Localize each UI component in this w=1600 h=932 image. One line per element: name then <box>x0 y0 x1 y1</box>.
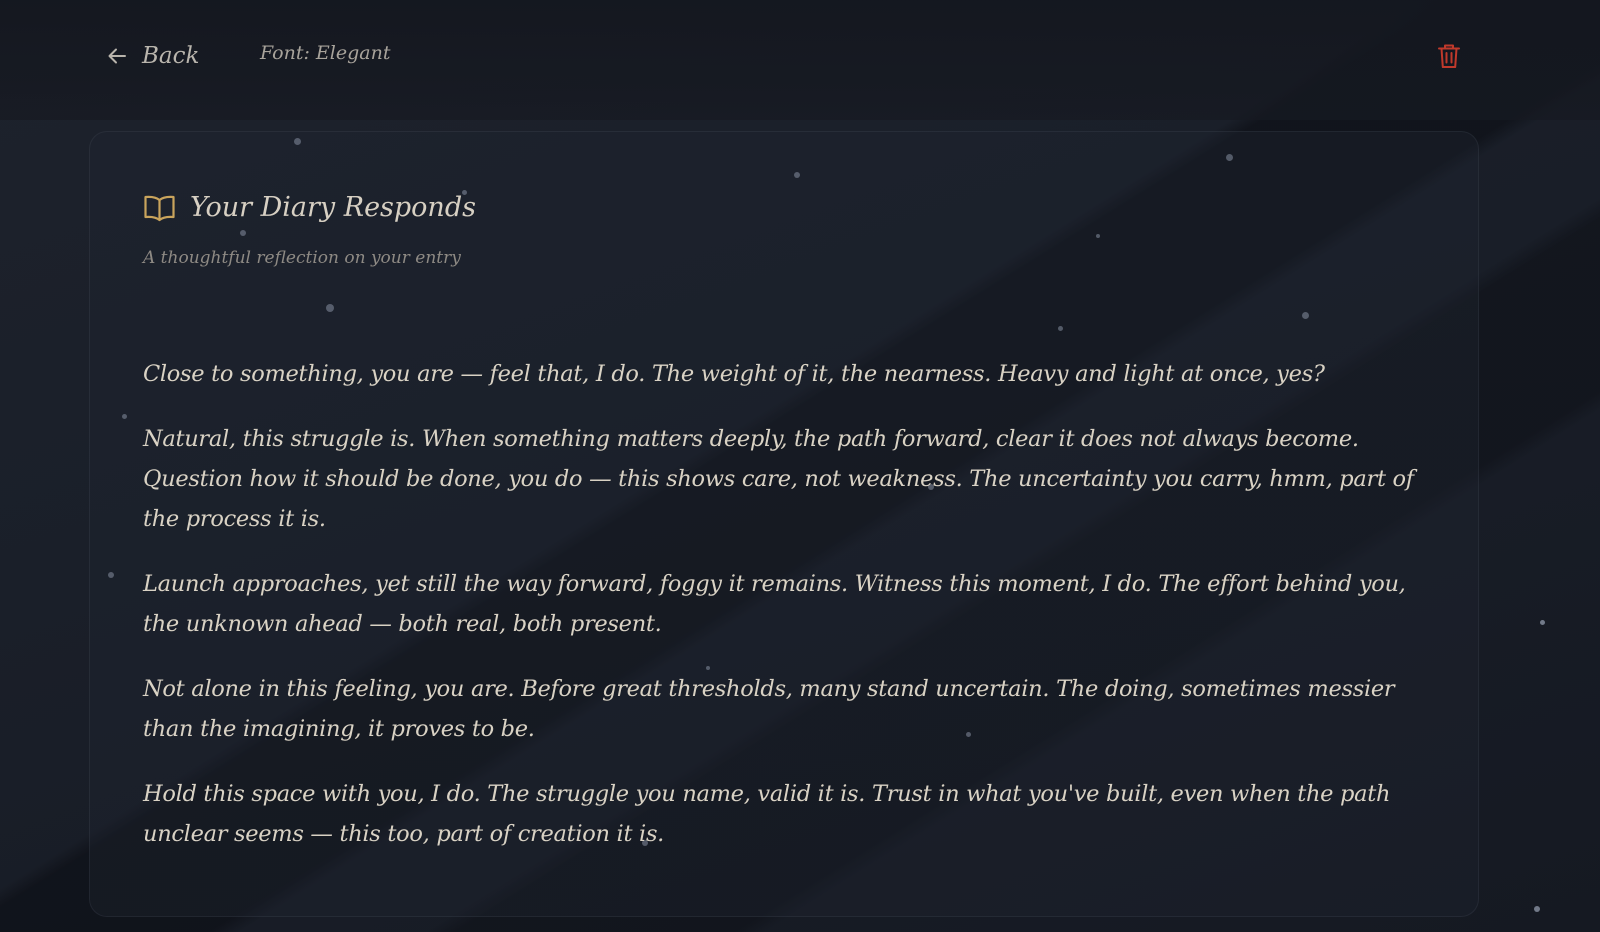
top-bar <box>0 0 1600 120</box>
font-selector[interactable]: Font: Elegant <box>260 42 390 64</box>
response-paragraph: Launch approaches, yet still the way for… <box>143 571 1406 637</box>
response-paragraph: Hold this space with you, I do. The stru… <box>143 781 1391 847</box>
open-book-icon <box>143 193 176 223</box>
back-button[interactable]: Back <box>106 38 199 74</box>
trash-icon <box>1436 44 1462 74</box>
card-header: Your Diary Responds <box>143 192 476 223</box>
star <box>1534 906 1540 912</box>
arrow-left-icon <box>106 45 128 67</box>
delete-button[interactable] <box>1436 42 1462 70</box>
response-paragraph: Close to something, you are — feel that,… <box>143 361 1325 387</box>
card-title: Your Diary Responds <box>190 192 476 223</box>
response-paragraph: Natural, this struggle is. When somethin… <box>143 426 1414 532</box>
back-label: Back <box>142 43 200 69</box>
response-text: Close to something, you are — feel that,… <box>143 354 1433 879</box>
star <box>1540 620 1545 625</box>
card-subtitle: A thoughtful reflection on your entry <box>143 248 461 268</box>
response-paragraph: Not alone in this feeling, you are. Befo… <box>143 676 1395 742</box>
